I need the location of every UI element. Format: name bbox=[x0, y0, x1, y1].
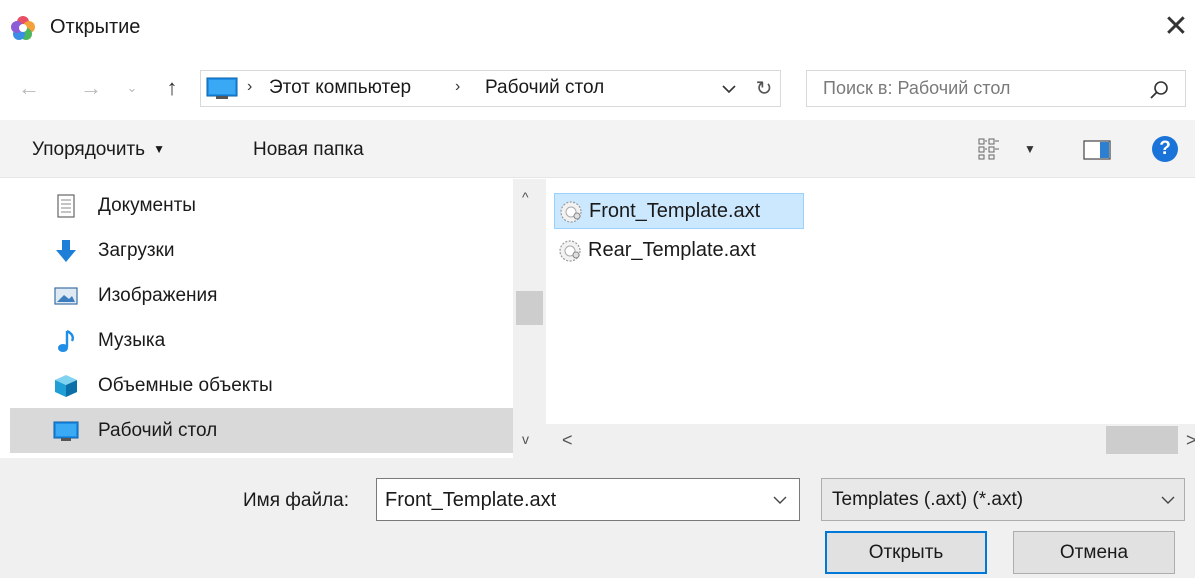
axt-file-icon bbox=[559, 240, 581, 262]
file-name: Rear_Template.axt bbox=[588, 239, 756, 261]
new-folder-button[interactable]: Новая папка bbox=[253, 139, 364, 161]
filetype-value: Templates (.axt) (*.axt) bbox=[832, 489, 1024, 510]
address-row: ← → ⌄ ↑ › Этот компьютер › Рабочий стол … bbox=[0, 58, 1195, 120]
nav-item-label: Музыка bbox=[98, 330, 166, 351]
scroll-left-arrow[interactable]: < bbox=[562, 430, 573, 451]
cancel-button[interactable]: Отмена bbox=[1013, 531, 1175, 574]
close-button[interactable]: ✕ bbox=[1160, 10, 1192, 44]
computer-icon bbox=[206, 77, 238, 99]
scroll-right-arrow[interactable]: > bbox=[1186, 430, 1195, 451]
scroll-thumb[interactable] bbox=[516, 291, 543, 325]
organize-button[interactable]: Упорядочить ▼ bbox=[32, 139, 165, 161]
search-icon[interactable] bbox=[1149, 79, 1171, 101]
refresh-icon[interactable]: ↻ bbox=[753, 77, 775, 101]
filename-value: Front_Template.axt bbox=[385, 489, 557, 511]
file-horizontal-scrollbar[interactable]: < > bbox=[546, 424, 1195, 458]
filetype-select[interactable]: Templates (.axt) (*.axt) bbox=[821, 478, 1185, 521]
nav-vertical-scrollbar[interactable]: ^ v bbox=[513, 179, 546, 458]
music-icon bbox=[58, 329, 75, 352]
pictures-icon bbox=[54, 287, 78, 305]
view-options-icon[interactable] bbox=[977, 137, 1001, 161]
breadcrumb-separator: › bbox=[247, 78, 253, 95]
open-button[interactable]: Открыть bbox=[825, 531, 987, 574]
desktop-icon bbox=[53, 421, 79, 441]
nav-item-desktop[interactable]: Рабочий стол bbox=[10, 408, 513, 453]
organize-label: Упорядочить bbox=[32, 139, 146, 160]
view-dropdown-arrow-icon[interactable]: ▼ bbox=[1024, 142, 1036, 156]
nav-item-downloads[interactable]: Загрузки bbox=[10, 228, 513, 273]
breadcrumb-this-pc[interactable]: Этот компьютер bbox=[269, 77, 411, 99]
up-button[interactable]: ↑ bbox=[158, 74, 186, 102]
nav-item-pictures[interactable]: Изображения bbox=[10, 273, 513, 318]
file-list-pane: Front_Template.axt Rear_Template.axt < > bbox=[546, 179, 1195, 458]
breadcrumb-desktop[interactable]: Рабочий стол bbox=[485, 77, 604, 99]
downloads-icon bbox=[56, 240, 76, 262]
documents-icon bbox=[57, 194, 75, 218]
file-item-rear-template[interactable]: Rear_Template.axt bbox=[554, 233, 804, 269]
nav-item-music[interactable]: Музыка bbox=[10, 318, 513, 363]
axt-file-icon bbox=[560, 201, 582, 223]
nav-item-label: Рабочий стол bbox=[98, 420, 218, 441]
nav-item-3d-objects[interactable]: Объемные объекты bbox=[10, 363, 513, 408]
window-title: Открытие bbox=[50, 16, 141, 38]
help-icon[interactable]: ? bbox=[1152, 136, 1178, 162]
dialog-footer: Имя файла: Front_Template.axt Templates … bbox=[0, 458, 1195, 578]
scroll-down-arrow[interactable]: v bbox=[522, 431, 529, 447]
preview-pane-icon[interactable] bbox=[1083, 140, 1111, 160]
search-placeholder: Поиск в: Рабочий стол bbox=[823, 78, 1011, 98]
chevron-down-icon[interactable] bbox=[772, 492, 788, 508]
nav-item-label: Изображения bbox=[98, 285, 218, 306]
back-button[interactable]: ← bbox=[14, 74, 44, 102]
app-flower-icon bbox=[11, 16, 35, 40]
command-toolbar: Упорядочить ▼ Новая папка ▼ ? bbox=[0, 120, 1195, 178]
scroll-thumb[interactable] bbox=[1106, 426, 1178, 454]
scroll-up-arrow[interactable]: ^ bbox=[522, 189, 529, 205]
breadcrumb-separator: › bbox=[455, 78, 461, 95]
filename-input[interactable]: Front_Template.axt bbox=[376, 478, 800, 521]
3d-objects-icon bbox=[55, 375, 77, 397]
filename-label: Имя файла: bbox=[243, 490, 350, 511]
file-name: Front_Template.axt bbox=[589, 200, 761, 222]
chevron-down-icon bbox=[1161, 496, 1175, 504]
nav-item-label: Документы bbox=[98, 195, 196, 216]
nav-item-label: Загрузки bbox=[98, 240, 175, 261]
nav-item-documents[interactable]: Документы bbox=[10, 183, 513, 228]
title-bar: Открытие ✕ bbox=[0, 0, 1195, 58]
chevron-down-icon[interactable] bbox=[719, 79, 739, 99]
dropdown-arrow-icon: ▼ bbox=[153, 142, 165, 156]
file-item-front-template[interactable]: Front_Template.axt bbox=[554, 193, 804, 229]
forward-button[interactable]: → bbox=[76, 74, 106, 102]
search-input[interactable]: Поиск в: Рабочий стол bbox=[806, 70, 1186, 107]
navigation-pane: Документы Загрузки Изображения Музыка Об… bbox=[0, 179, 546, 458]
address-bar[interactable]: › Этот компьютер › Рабочий стол ↻ bbox=[200, 70, 781, 107]
nav-item-label: Объемные объекты bbox=[98, 375, 273, 396]
recent-locations-button[interactable]: ⌄ bbox=[122, 74, 142, 102]
